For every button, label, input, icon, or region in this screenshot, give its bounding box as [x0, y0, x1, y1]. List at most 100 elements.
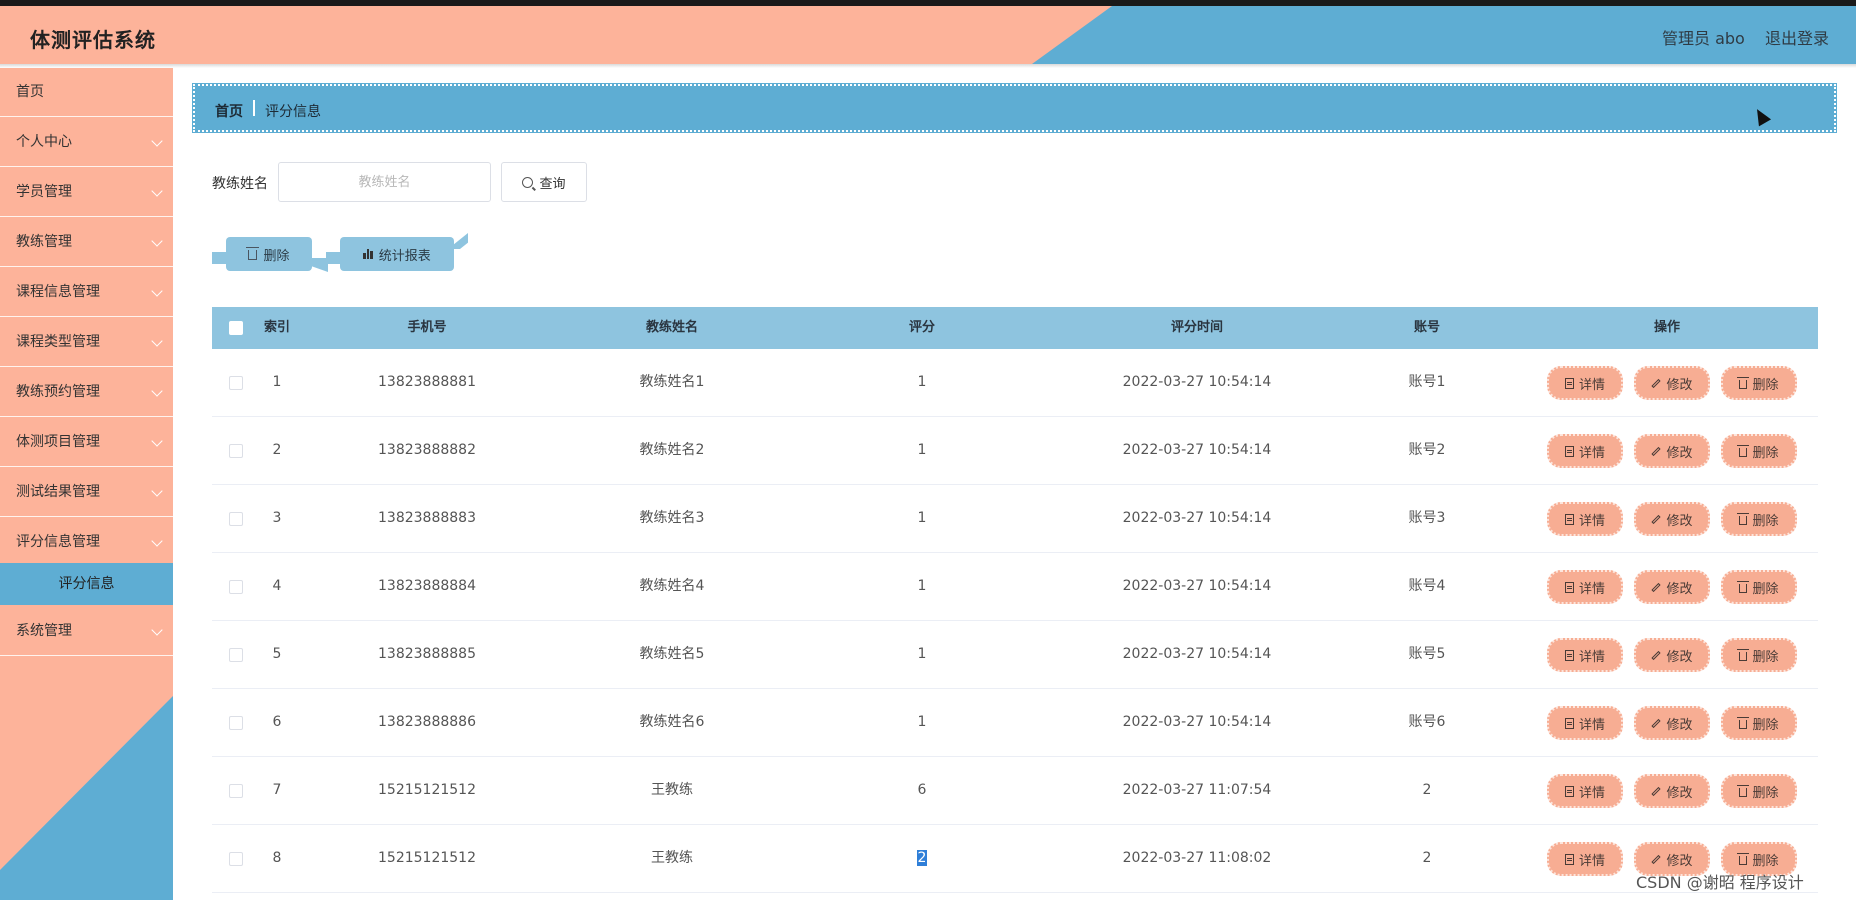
sidebar-item-coach-booking[interactable]: 教练预约管理 — [0, 368, 173, 417]
sidebar-item-label: 首页 — [16, 84, 44, 100]
query-button[interactable]: 查询 — [501, 162, 587, 202]
edit-button[interactable]: 修改 — [1634, 366, 1710, 400]
logout-link[interactable]: 退出登录 — [1765, 25, 1829, 49]
sidebar-item-label: 测试结果管理 — [16, 484, 100, 500]
cell-score: 2 — [872, 825, 972, 892]
detail-button-label: 详情 — [1578, 513, 1605, 529]
sidebar-item-label: 评分信息管理 — [16, 534, 100, 550]
sidebar-item-label: 课程类型管理 — [16, 334, 100, 350]
cell-index: 6 — [272, 714, 282, 730]
delete-button[interactable]: 删除 — [1721, 774, 1797, 808]
edit-button[interactable]: 修改 — [1634, 434, 1710, 468]
query-button-label: 查询 — [539, 176, 566, 192]
sidebar-item-score-management[interactable]: 评分信息管理 — [0, 518, 173, 567]
edit-button-label: 修改 — [1666, 445, 1693, 461]
cell-account: 账号3 — [1408, 510, 1446, 526]
delete-button[interactable]: 删除 — [1721, 502, 1797, 536]
detail-button[interactable]: 详情 — [1547, 774, 1623, 808]
sidebar: 首页 个人中心 学员管理 教练管理 课程信息管理 课程类型管理 教练预约管理 体… — [0, 68, 173, 900]
sidebar-item-personal-center[interactable]: 个人中心 — [0, 118, 173, 167]
detail-button[interactable]: 详情 — [1547, 502, 1623, 536]
sidebar-item-course-types[interactable]: 课程类型管理 — [0, 318, 173, 367]
pencil-icon — [1651, 582, 1662, 592]
detail-button[interactable]: 详情 — [1547, 842, 1623, 876]
column-header-phone: 手机号 — [407, 320, 447, 335]
statistics-report-button[interactable]: 统计报表 — [340, 237, 454, 271]
row-checkbox[interactable] — [229, 852, 243, 866]
breadcrumb-home[interactable]: 首页 — [215, 101, 243, 121]
edit-button-label: 修改 — [1666, 581, 1693, 597]
select-all-checkbox[interactable] — [229, 321, 243, 335]
cell-phone: 13823888885 — [378, 646, 476, 662]
cell-phone: 15215121512 — [378, 850, 476, 866]
edit-button[interactable]: 修改 — [1634, 502, 1710, 536]
cell-score-time: 2022-03-27 10:54:14 — [1122, 442, 1272, 458]
document-icon — [1564, 445, 1574, 457]
edit-button[interactable]: 修改 — [1634, 638, 1710, 672]
cell-account: 账号2 — [1408, 442, 1446, 458]
row-checkbox[interactable] — [229, 512, 243, 526]
trash-icon — [1737, 444, 1750, 457]
delete-button[interactable]: 删除 — [1721, 570, 1797, 604]
app-title: 体测评估系统 — [30, 28, 156, 52]
row-checkbox[interactable] — [229, 376, 243, 390]
delete-button[interactable]: 删除 — [1721, 706, 1797, 740]
edit-button[interactable]: 修改 — [1634, 570, 1710, 604]
detail-button[interactable]: 详情 — [1547, 706, 1623, 740]
detail-button[interactable]: 详情 — [1547, 638, 1623, 672]
delete-button-label: 删除 — [1752, 853, 1779, 869]
chevron-down-icon — [151, 624, 163, 636]
cell-score-value: 1 — [917, 374, 927, 390]
column-header-account: 账号 — [1413, 320, 1440, 335]
detail-button[interactable]: 详情 — [1547, 366, 1623, 400]
edit-button-label: 修改 — [1666, 717, 1693, 733]
trash-icon — [1737, 648, 1750, 661]
coach-name-search-input[interactable] — [278, 162, 491, 202]
cell-index: 7 — [272, 782, 282, 798]
row-checkbox[interactable] — [229, 784, 243, 798]
detail-button-label: 详情 — [1578, 717, 1605, 733]
trash-icon — [1737, 376, 1750, 389]
cell-coach-name: 教练姓名2 — [639, 442, 705, 458]
sidebar-item-coaches[interactable]: 教练管理 — [0, 218, 173, 267]
row-checkbox[interactable] — [229, 716, 243, 730]
delete-button[interactable]: 删除 — [1721, 434, 1797, 468]
sidebar-item-students[interactable]: 学员管理 — [0, 168, 173, 217]
row-checkbox[interactable] — [229, 648, 243, 662]
pencil-icon — [1651, 854, 1662, 864]
cell-phone: 13823888882 — [378, 442, 476, 458]
edit-button[interactable]: 修改 — [1634, 706, 1710, 740]
row-checkbox[interactable] — [229, 580, 243, 594]
delete-button-label: 删除 — [1752, 445, 1779, 461]
batch-delete-button[interactable]: 删除 — [226, 237, 312, 271]
edit-button-label: 修改 — [1666, 513, 1693, 529]
cell-phone: 13823888881 — [378, 374, 476, 390]
cell-score-time: 2022-03-27 10:54:14 — [1122, 714, 1272, 730]
cell-score-value: 1 — [917, 714, 927, 730]
detail-button[interactable]: 详情 — [1547, 434, 1623, 468]
edit-button-label: 修改 — [1666, 377, 1693, 393]
edit-button[interactable]: 修改 — [1634, 774, 1710, 808]
sidebar-item-courses[interactable]: 课程信息管理 — [0, 268, 173, 317]
breadcrumb: 首页 评分信息 — [192, 83, 1837, 133]
cell-score-value: 1 — [917, 510, 927, 526]
table-row: 4 13823888884 教练姓名4 1 2022-03-27 10:54:14 账号4… — [212, 553, 1818, 621]
sidebar-subitem-score-info[interactable]: 评分信息 — [0, 563, 173, 605]
cell-index: 1 — [272, 374, 282, 390]
sidebar-item-home[interactable]: 首页 — [0, 68, 173, 117]
row-checkbox[interactable] — [229, 444, 243, 458]
delete-button[interactable]: 删除 — [1721, 366, 1797, 400]
cell-score: 1 — [872, 417, 972, 484]
batch-delete-label: 删除 — [263, 248, 290, 264]
cell-score: 1 — [872, 689, 972, 756]
sidebar-item-system[interactable]: 系统管理 — [0, 607, 173, 656]
cell-account: 账号1 — [1408, 374, 1446, 390]
sidebar-item-test-items[interactable]: 体测项目管理 — [0, 418, 173, 467]
delete-button[interactable]: 删除 — [1721, 638, 1797, 672]
cell-score-value: 6 — [917, 782, 927, 798]
sidebar-item-test-results[interactable]: 测试结果管理 — [0, 468, 173, 517]
cell-coach-name: 教练姓名1 — [639, 374, 705, 390]
cell-index: 3 — [272, 510, 282, 526]
detail-button[interactable]: 详情 — [1547, 570, 1623, 604]
delete-button-label: 删除 — [1752, 513, 1779, 529]
